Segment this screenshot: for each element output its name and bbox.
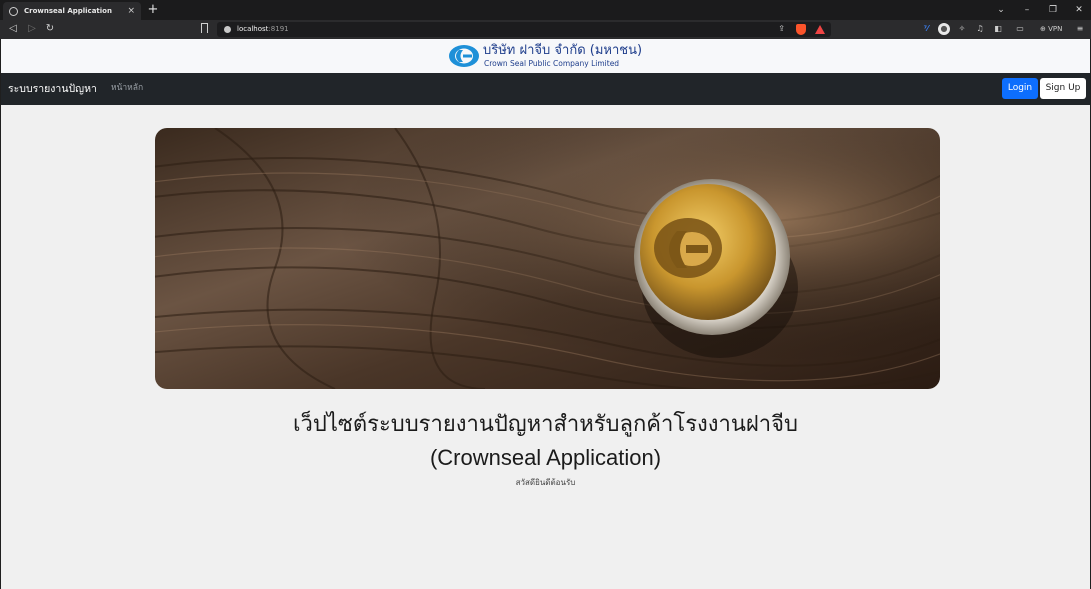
browser-window: Crownseal Application × + ⌄ – ❐ ✕ ◁ ▷ ↻ … bbox=[0, 0, 1091, 589]
minimize-button[interactable]: – bbox=[1019, 3, 1035, 17]
brand-header: บริษัท ฝาจีบ จำกัด (มหาชน) Crown Seal Pu… bbox=[1, 39, 1090, 73]
wallet-icon[interactable]: ▭ bbox=[1014, 23, 1026, 35]
new-tab-button[interactable]: + bbox=[146, 2, 160, 18]
tab-search-icon[interactable]: ⌄ bbox=[993, 3, 1009, 17]
back-icon[interactable]: ◁ bbox=[6, 22, 20, 36]
tab-title: Crownseal Application bbox=[24, 7, 112, 15]
toolbar: ◁ ▷ ↻ localhost:8191 ⇪ ⁷⁄ ● ✧ ♫ ◧ ▭ ⊕ VP… bbox=[0, 20, 1091, 39]
bottle-cap-on-wood-image bbox=[155, 128, 940, 389]
tab-close-icon[interactable]: × bbox=[127, 6, 135, 16]
translate-extension-icon[interactable]: ⁷⁄ bbox=[920, 23, 932, 35]
welcome-text: สวัสดียินดีต้อนรับ bbox=[515, 478, 576, 487]
main-navbar: ระบบรายงานปัญหา หน้าหลัก Login Sign Up bbox=[1, 73, 1090, 105]
brave-shields-icon[interactable] bbox=[796, 24, 806, 35]
brave-rewards-icon[interactable] bbox=[815, 25, 825, 34]
login-button[interactable]: Login bbox=[1002, 78, 1038, 99]
company-logo: บริษัท ฝาจีบ จำกัด (มหาชน) Crown Seal Pu… bbox=[448, 43, 652, 69]
nav-link-home[interactable]: หน้าหลัก bbox=[111, 73, 143, 105]
url-text[interactable]: localhost:8191 bbox=[237, 22, 289, 37]
signup-button[interactable]: Sign Up bbox=[1040, 78, 1086, 99]
tab-strip: Crownseal Application × + ⌄ – ❐ ✕ bbox=[0, 0, 1091, 20]
hero-image bbox=[155, 128, 940, 389]
page-headline-thai: เว็ปไซต์ระบบรายงานปัญหาสำหรับลูกค้าโรงงา… bbox=[293, 412, 798, 437]
vpn-button[interactable]: ⊕ VPN bbox=[1040, 23, 1062, 35]
share-icon[interactable]: ⇪ bbox=[778, 24, 785, 33]
sidebar-icon[interactable]: ◧ bbox=[992, 23, 1004, 35]
tab-crownseal[interactable]: Crownseal Application × bbox=[3, 2, 141, 20]
close-window-button[interactable]: ✕ bbox=[1071, 3, 1087, 17]
globe-icon bbox=[9, 6, 18, 16]
site-info-icon[interactable] bbox=[224, 26, 231, 33]
navbar-brand[interactable]: ระบบรายงานปัญหา bbox=[8, 73, 97, 105]
media-icon[interactable]: ♫ bbox=[974, 23, 986, 35]
extensions-icon[interactable]: ✧ bbox=[956, 23, 968, 35]
company-name-thai: บริษัท ฝาจีบ จำกัด (มหาชน) bbox=[483, 43, 643, 58]
forward-icon[interactable]: ▷ bbox=[25, 22, 39, 36]
company-name-english: Crown Seal Public Company Limited bbox=[484, 59, 620, 68]
bookmark-icon[interactable] bbox=[201, 23, 208, 33]
reload-icon[interactable]: ↻ bbox=[43, 22, 57, 36]
page-headline-english: (Crownseal Application) bbox=[429, 445, 662, 470]
crown-seal-logo-icon bbox=[449, 45, 479, 67]
menu-icon[interactable]: ≡ bbox=[1074, 23, 1086, 35]
page-viewport: บริษัท ฝาจีบ จำกัด (มหาชน) Crown Seal Pu… bbox=[1, 39, 1090, 589]
restore-button[interactable]: ❐ bbox=[1045, 3, 1061, 17]
address-bar[interactable]: localhost:8191 ⇪ bbox=[217, 22, 831, 37]
profile-avatar[interactable]: ● bbox=[938, 23, 950, 35]
